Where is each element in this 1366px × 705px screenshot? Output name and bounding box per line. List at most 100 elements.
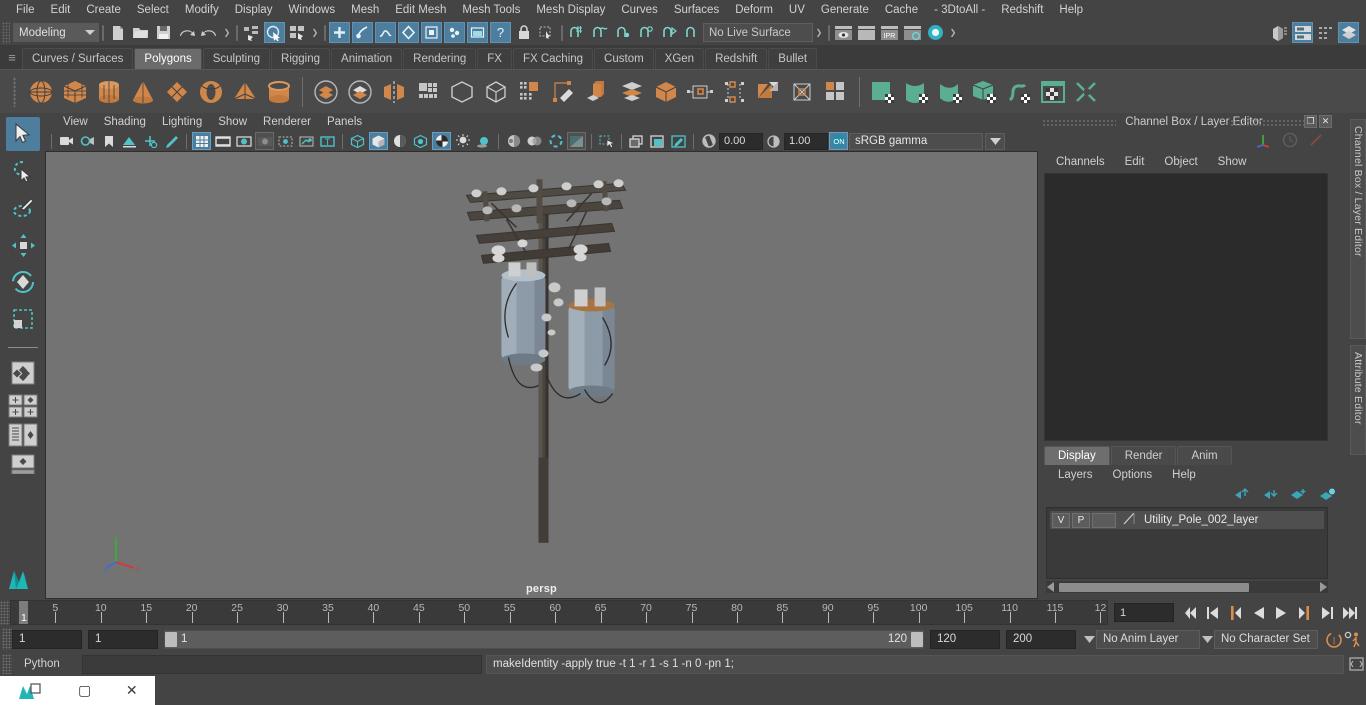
select-camera-icon[interactable] bbox=[57, 132, 76, 150]
shadows-icon[interactable] bbox=[474, 132, 493, 150]
poly-cylinder-icon[interactable] bbox=[92, 74, 126, 110]
snap-to-point-icon[interactable] bbox=[612, 22, 633, 43]
mask-handles-icon[interactable] bbox=[329, 22, 350, 43]
panel-grip-left[interactable] bbox=[1042, 119, 1116, 126]
range-bar[interactable]: 1 120 bbox=[164, 630, 924, 649]
poke-face-icon[interactable] bbox=[785, 74, 819, 110]
shelf-tab-xgen[interactable]: XGen bbox=[655, 48, 704, 69]
layer-list-scrollbar[interactable] bbox=[1046, 581, 1328, 593]
toolbar-separator-3[interactable] bbox=[321, 23, 328, 43]
color-management-icon[interactable] bbox=[567, 132, 586, 150]
layer-list[interactable]: V P Utility_Pole_002_layer bbox=[1046, 507, 1328, 579]
collapse-render-group-icon[interactable]: ❯ bbox=[947, 23, 959, 43]
layer-color-swatch-icon[interactable] bbox=[1122, 511, 1136, 529]
snap-magnet-icon[interactable] bbox=[681, 22, 702, 43]
mask-curves-icon[interactable] bbox=[375, 22, 396, 43]
lasso-tool-icon[interactable] bbox=[6, 154, 40, 188]
panel-close-button[interactable]: ✕ bbox=[1319, 115, 1332, 128]
select-by-hierarchy-icon[interactable] bbox=[241, 22, 262, 43]
viewport-snapshot-icon[interactable] bbox=[669, 132, 688, 150]
shelf-tab-animation[interactable]: Animation bbox=[331, 48, 402, 69]
range-left-handle[interactable] bbox=[165, 632, 177, 647]
command-input-field[interactable] bbox=[82, 655, 482, 674]
bridge-icon[interactable] bbox=[751, 74, 785, 110]
scale-tool-icon[interactable] bbox=[6, 302, 40, 336]
anim-layer-dropdown-arrow[interactable] bbox=[1082, 630, 1096, 649]
playback-end-time-field[interactable]: 120 bbox=[930, 630, 1000, 649]
xray-toggle-icon[interactable] bbox=[276, 132, 295, 150]
channel-box-content[interactable] bbox=[1044, 173, 1328, 441]
command-language-label[interactable]: Python bbox=[12, 658, 82, 670]
menu-file[interactable]: File bbox=[8, 0, 43, 20]
shelf-tab-sculpting[interactable]: Sculpting bbox=[203, 48, 270, 69]
render-settings-icon[interactable] bbox=[902, 22, 923, 43]
textured-mode-icon[interactable] bbox=[432, 132, 451, 150]
live-surface-field[interactable]: No Live Surface bbox=[703, 23, 813, 42]
range-slider-grip[interactable] bbox=[2, 628, 12, 650]
play-forwards-button[interactable] bbox=[1272, 603, 1291, 623]
move-layer-up-icon[interactable] bbox=[1232, 488, 1249, 504]
shelf-tab-bullet[interactable]: Bullet bbox=[768, 48, 817, 69]
perspective-viewport[interactable]: persp y x z bbox=[45, 151, 1038, 599]
auto-keyframe-toggle-icon[interactable]: | bbox=[1324, 629, 1343, 649]
connect-components-icon[interactable] bbox=[717, 74, 751, 110]
layer-tab-display[interactable]: Display bbox=[1044, 446, 1110, 465]
grease-pencil-icon[interactable] bbox=[162, 132, 181, 150]
uv-cut-sew-icon[interactable] bbox=[1070, 74, 1104, 110]
toolbar-separator-1[interactable] bbox=[99, 23, 106, 43]
boolean-icon[interactable] bbox=[479, 74, 513, 110]
layer-menu-layers[interactable]: Layers bbox=[1048, 469, 1103, 481]
taskbar-close-button[interactable]: ✕ bbox=[109, 676, 155, 705]
mask-misc-icon[interactable]: ? bbox=[490, 22, 511, 43]
lock-selection-icon[interactable] bbox=[513, 22, 534, 43]
channelbox-menu-object[interactable]: Object bbox=[1154, 156, 1207, 168]
menu-mesh-tools[interactable]: Mesh Tools bbox=[454, 0, 528, 20]
menu-curves[interactable]: Curves bbox=[613, 0, 665, 20]
anti-alias-icon[interactable] bbox=[546, 132, 565, 150]
sidebar-toggle-modeling-icon[interactable] bbox=[1269, 22, 1290, 43]
hypershade-persp-layout-icon[interactable] bbox=[6, 451, 40, 477]
layer-tab-anim[interactable]: Anim bbox=[1177, 446, 1231, 465]
film-gate-icon[interactable] bbox=[213, 132, 232, 150]
channelbox-menu-edit[interactable]: Edit bbox=[1115, 156, 1155, 168]
two-d-pan-zoom-icon[interactable] bbox=[141, 132, 160, 150]
bevel-icon[interactable] bbox=[445, 74, 479, 110]
hypershade-icon[interactable] bbox=[925, 22, 946, 43]
poly-pipe-icon[interactable] bbox=[262, 74, 296, 110]
shelf-tab-fx[interactable]: FX bbox=[477, 48, 512, 69]
menu-mesh[interactable]: Mesh bbox=[343, 0, 387, 20]
select-by-object-type-icon[interactable] bbox=[264, 22, 285, 43]
collapse-file-group-icon[interactable]: ❯ bbox=[221, 23, 233, 43]
toggle-attribute-editor-icon[interactable] bbox=[1292, 22, 1313, 43]
menu-mesh-display[interactable]: Mesh Display bbox=[528, 0, 613, 20]
layer-menu-help[interactable]: Help bbox=[1162, 469, 1206, 481]
shelf-tab-polygons[interactable]: Polygons bbox=[134, 48, 201, 69]
range-right-handle[interactable] bbox=[911, 632, 923, 647]
snap-to-projected-center-icon[interactable] bbox=[635, 22, 656, 43]
texture-display-icon[interactable]: T bbox=[318, 132, 337, 150]
toggle-tool-settings-icon[interactable] bbox=[1315, 22, 1336, 43]
toggle-channel-box-icon[interactable] bbox=[1338, 22, 1359, 43]
new-layer-icon[interactable] bbox=[1290, 488, 1307, 504]
shelf-menu-icon[interactable]: ≡ bbox=[2, 45, 22, 69]
time-slider[interactable]: 1510152025303540455055606570758085909510… bbox=[10, 600, 1108, 625]
character-set-combo[interactable]: No Character Set bbox=[1214, 630, 1318, 649]
toolbar-separator-5[interactable] bbox=[825, 23, 832, 43]
poly-plane-icon[interactable] bbox=[160, 74, 194, 110]
vertical-tab-channel-box[interactable]: Channel Box / Layer Editor bbox=[1350, 119, 1366, 339]
taskbar-minimize-button[interactable]: ▢ bbox=[61, 676, 109, 705]
menu-edit[interactable]: Edit bbox=[43, 0, 79, 20]
xray-joints-icon[interactable] bbox=[297, 132, 316, 150]
smooth-icon[interactable] bbox=[411, 74, 445, 110]
anim-start-time-field[interactable]: 1 bbox=[12, 630, 82, 649]
mask-dynamics-icon[interactable] bbox=[444, 22, 465, 43]
exposure-field[interactable]: 0.00 bbox=[719, 133, 763, 150]
shelf-tab-curves-surfaces[interactable]: Curves / Surfaces bbox=[22, 48, 133, 69]
snap-to-curve-icon[interactable] bbox=[589, 22, 610, 43]
select-by-component-type-icon[interactable] bbox=[287, 22, 308, 43]
anim-end-time-field[interactable]: 200 bbox=[1006, 630, 1076, 649]
toolbar-separator-4[interactable] bbox=[558, 23, 565, 43]
rotate-tool-icon[interactable] bbox=[6, 265, 40, 299]
mask-deformers-icon[interactable] bbox=[421, 22, 442, 43]
poly-pyramid-icon[interactable] bbox=[228, 74, 262, 110]
